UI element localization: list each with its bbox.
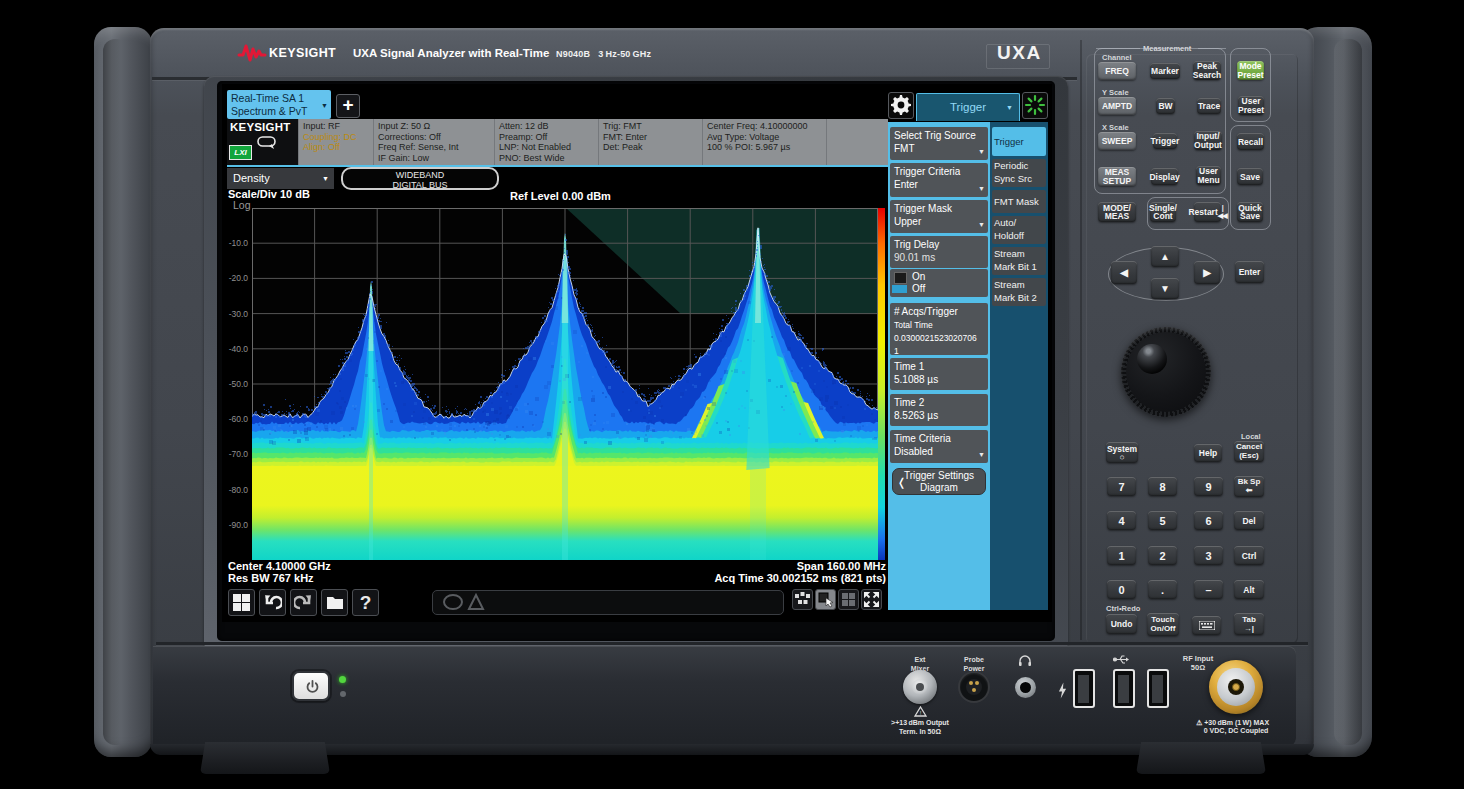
svg-text:!: ! (920, 710, 922, 716)
